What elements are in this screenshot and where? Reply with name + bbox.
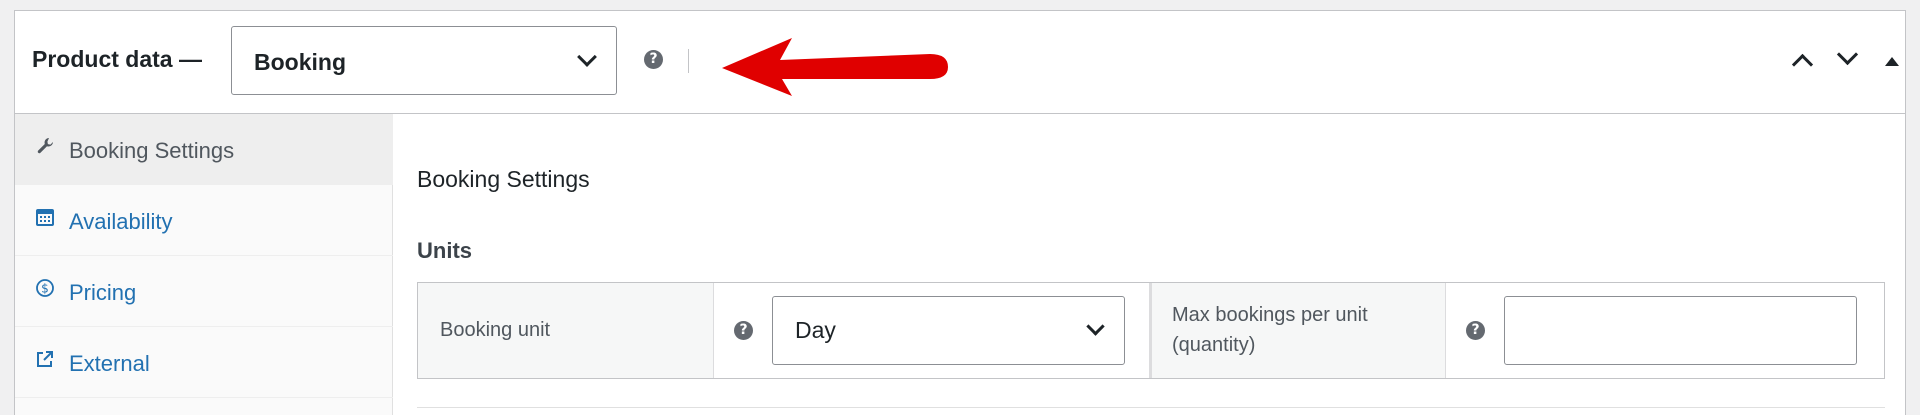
booking-unit-label: Booking unit — [440, 319, 551, 341]
product-data-panel: Product data — Booking ? Booking Setting… — [14, 10, 1906, 415]
booking-unit-label-cell: Booking unit — [418, 283, 714, 378]
tab-label: Pricing — [69, 280, 137, 305]
tab-external[interactable]: External — [15, 327, 393, 398]
tab-label: External — [69, 351, 150, 376]
section-title: Booking Settings — [417, 166, 590, 192]
collapse-toggle-icon[interactable] — [1885, 57, 1899, 66]
tab-pricing[interactable]: $ Pricing — [15, 256, 393, 327]
divider — [417, 407, 1885, 408]
booking-unit-field-cell: ? Day — [714, 283, 1150, 378]
help-icon[interactable]: ? — [644, 50, 663, 69]
header-divider — [688, 49, 689, 73]
panel-title: Product data — — [32, 46, 202, 72]
chevron-up-icon — [1791, 53, 1814, 76]
max-bookings-label-line2: (quantity) — [1172, 334, 1256, 356]
product-data-tabs: Booking Settings Availability $ Pricing — [15, 114, 393, 415]
panel-header: Product data — Booking ? — [15, 11, 1905, 114]
units-table: Booking unit ? Day Max bookings per unit… — [417, 282, 1885, 379]
wrench-icon — [37, 138, 53, 154]
max-bookings-field-cell: ? — [1446, 283, 1884, 378]
tab-content: Booking Settings Units Booking unit ? Da… — [393, 114, 1907, 415]
help-icon[interactable]: ? — [1466, 321, 1485, 340]
max-bookings-input[interactable] — [1504, 296, 1857, 365]
tab-label: Availability — [69, 209, 173, 234]
max-bookings-label-line1: Max bookings per unit — [1172, 304, 1368, 326]
svg-text:$: $ — [41, 282, 49, 296]
tab-booking-settings[interactable]: Booking Settings — [15, 114, 393, 185]
product-type-select[interactable]: Booking — [231, 26, 617, 95]
dollar-icon: $ — [36, 279, 54, 297]
calendar-icon — [36, 209, 54, 226]
tab-availability[interactable]: Availability — [15, 185, 393, 256]
external-link-icon — [37, 351, 53, 367]
chevron-down-icon — [577, 47, 597, 67]
booking-unit-value: Day — [795, 317, 836, 343]
max-bookings-label-cell: Max bookings per unit (quantity) — [1150, 283, 1446, 378]
units-heading: Units — [417, 238, 472, 263]
chevron-down-icon — [1086, 317, 1105, 336]
booking-unit-select[interactable]: Day — [772, 296, 1125, 365]
chevron-down-icon — [1836, 43, 1859, 66]
help-icon[interactable]: ? — [734, 321, 753, 340]
red-arrow-annotation — [722, 38, 948, 96]
product-type-value: Booking — [254, 49, 346, 75]
tab-label: Booking Settings — [69, 138, 235, 163]
